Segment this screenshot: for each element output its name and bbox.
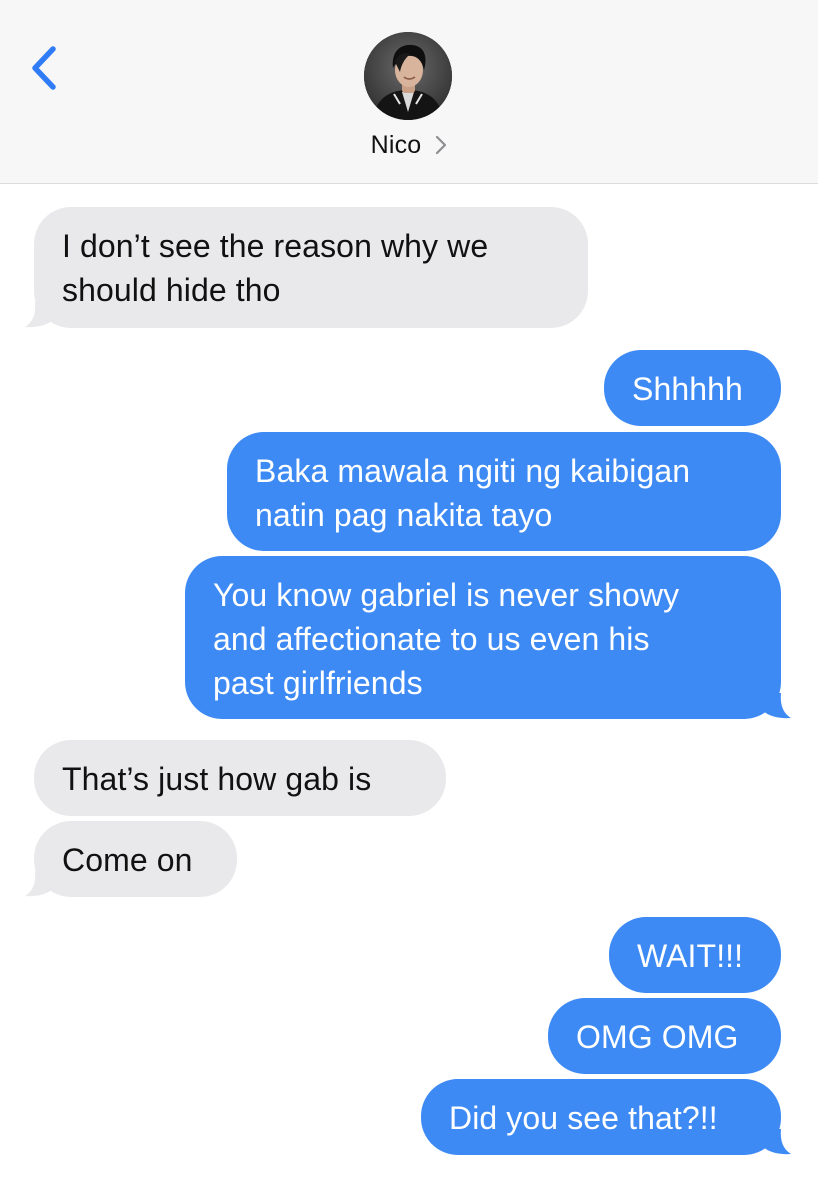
sent-message[interactable]: Shhhhh xyxy=(604,350,781,426)
received-message[interactable]: That’s just how gab is xyxy=(34,740,446,816)
received-message[interactable]: Come on xyxy=(25,821,237,897)
contact-name: Nico xyxy=(370,130,422,159)
message-line: should hide tho xyxy=(62,272,281,308)
sent-message[interactable]: WAIT!!! xyxy=(609,917,781,993)
message-line: and affectionate to us even his xyxy=(213,621,650,657)
sent-message[interactable]: You know gabriel is never showy and affe… xyxy=(185,556,791,719)
message-line: past girlfriends xyxy=(213,665,423,701)
back-button[interactable] xyxy=(22,38,66,98)
message-line: natin pag nakita tayo xyxy=(255,497,553,533)
received-message[interactable]: I don’t see the reason why we should hid… xyxy=(25,207,588,328)
sent-message[interactable]: OMG OMG xyxy=(548,998,781,1074)
message-line: Come on xyxy=(62,842,193,878)
sent-message[interactable]: Baka mawala ngiti ng kaibigan natin pag … xyxy=(227,432,781,551)
chevron-left-icon xyxy=(32,46,56,90)
bubble-tail xyxy=(763,693,791,719)
contact-details-button[interactable]: Nico xyxy=(0,128,818,162)
contact-photo xyxy=(364,32,452,120)
bubble-tail xyxy=(25,302,53,328)
message-line: Baka mawala ngiti ng kaibigan xyxy=(255,453,691,489)
conversation-header: Nico xyxy=(0,0,818,184)
message-line: That’s just how gab is xyxy=(62,761,372,797)
message-line: OMG OMG xyxy=(576,1019,739,1055)
avatar[interactable] xyxy=(364,32,452,120)
sent-message[interactable]: Did you see that?!! xyxy=(421,1079,791,1155)
message-line: I don’t see the reason why we xyxy=(62,228,489,264)
message-line: You know gabriel is never showy xyxy=(213,577,680,613)
message-line: Shhhhh xyxy=(632,371,743,407)
bubble-tail xyxy=(763,1129,791,1155)
message-line: Did you see that?!! xyxy=(449,1100,718,1136)
message-thread[interactable]: I don’t see the reason why we should hid… xyxy=(0,184,818,1200)
message-line: WAIT!!! xyxy=(637,938,744,974)
bubble-tail xyxy=(25,871,53,897)
chevron-right-icon xyxy=(435,135,447,155)
